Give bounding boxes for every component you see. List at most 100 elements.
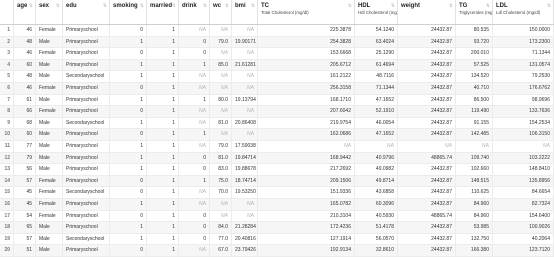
table-cell-drink: 1 <box>179 94 210 106</box>
table-cell-TC: 168.1710 <box>258 94 355 106</box>
table-cell-sex: Male <box>36 164 63 176</box>
sort-icon[interactable]: ⇅ <box>348 3 352 9</box>
table-cell-sex: Female <box>36 25 63 36</box>
table-cell-edu: Primaryschool <box>63 222 110 234</box>
table-cell-bmi: 19.88678 <box>232 164 258 176</box>
table-cell-edu: Primaryschool <box>63 210 110 222</box>
table-cell-edu: Secondaryschool <box>63 187 110 199</box>
sort-icon[interactable]: ⇅ <box>29 3 33 9</box>
column-header-drink[interactable]: drink ⇅ <box>179 0 210 24</box>
column-header-LDL[interactable]: LDL Ldl Cholesterol (mg/dl) ⇅ <box>493 0 554 24</box>
sort-icon[interactable]: ⇅ <box>56 3 60 9</box>
table-cell-edu: Primaryschool <box>63 164 110 176</box>
table-cell-bmi: NA <box>232 199 258 210</box>
column-header-TG[interactable]: TGTriglycerides (mg/dl)⇅ <box>456 0 493 24</box>
table-cell-wc: NA <box>210 48 232 60</box>
column-header-name: TC <box>261 3 269 9</box>
table-cell-weight: 24432.87 <box>398 175 456 187</box>
table-cell-age: 61 <box>14 94 36 106</box>
column-header-wc[interactable]: wc ⇅ <box>210 0 232 24</box>
sort-icon[interactable]: ⇅ <box>172 3 176 9</box>
table-cell-bmi: 20.40816 <box>232 233 258 245</box>
sort-icon[interactable]: ⇅ <box>225 3 229 9</box>
column-header-label: Hdl Cholesterol (mg/dl) <box>358 10 397 15</box>
table-cell-married: 1 <box>147 94 179 106</box>
row-number: 6 <box>0 83 14 94</box>
table-cell-age: 45 <box>14 199 36 210</box>
row-number: 14 <box>0 175 14 187</box>
column-header-bmi[interactable]: bmi ⇅ <box>232 0 258 24</box>
row-number: 2 <box>0 36 14 48</box>
table-row: 16 45 Female Primaryschool 1 1 NA NA NA 165.0782 6… <box>0 199 554 211</box>
table-row: 17 54 Female Primaryschool 0 1 0 NA NA 210.3104 40… <box>0 210 554 223</box>
column-header-edu[interactable]: edu ⇅ <box>63 0 110 24</box>
table-cell-married: 1 <box>147 59 179 71</box>
table-cell-edu: Secondaryschool <box>63 117 110 129</box>
column-header-age[interactable]: age ⇅ <box>14 0 36 24</box>
table-row: 6 46 Female Primaryschool 0 1 NA NA NA 256.3158 71… <box>0 83 554 95</box>
column-header-married[interactable]: married ⇅ <box>147 0 179 24</box>
table-cell-LDL: 131.0574 <box>493 59 554 71</box>
table-cell-HDL: 40.5930 <box>355 210 398 222</box>
row-number: 3 <box>0 48 14 60</box>
table-cell-smoking: 0 <box>110 83 147 94</box>
table-cell-bmi: 17.59038 <box>232 141 258 152</box>
table-cell-smoking: 0 <box>110 48 147 60</box>
row-number: 10 <box>0 129 14 141</box>
table-cell-smoking: 1 <box>110 164 147 176</box>
sort-icon[interactable]: ⇅ <box>140 3 144 9</box>
table-cell-LDL: 148.8410 <box>493 164 554 176</box>
table-row: 20 51 Male Primaryschool 0 1 NA 67.0 23.79426 192… <box>0 245 554 257</box>
column-header-name: HDL <box>358 3 371 9</box>
table-cell-married: 1 <box>147 152 179 164</box>
table-cell-married: 1 <box>147 164 179 176</box>
sort-icon[interactable]: ⇅ <box>547 3 551 9</box>
table-cell-smoking: 0 <box>110 210 147 222</box>
table-cell-TG: 109.740 <box>456 152 493 164</box>
table-cell-edu: Primaryschool <box>63 59 110 71</box>
column-header-rownum[interactable] <box>0 0 14 24</box>
table-cell-weight: 24432.87 <box>398 222 456 234</box>
table-cell-smoking: 1 <box>110 71 147 83</box>
sort-icon[interactable]: ⇅ <box>391 3 395 9</box>
table-cell-edu: Primaryschool <box>63 25 110 36</box>
table-cell-bmi: 23.79426 <box>232 245 258 257</box>
table-cell-bmi: NA <box>232 71 258 83</box>
table-cell-drink: NA <box>179 71 210 83</box>
sort-icon[interactable]: ⇅ <box>203 3 207 9</box>
table-cell-TC: 210.3104 <box>258 210 355 222</box>
table-cell-bmi: NA <box>232 48 258 60</box>
sort-icon[interactable]: ⇅ <box>486 3 490 9</box>
table-cell-LDL: 150.0000 <box>493 25 554 36</box>
table-cell-wc: 84.0 <box>210 222 232 234</box>
table-cell-TC: 162.0686 <box>258 129 355 141</box>
table-row: 19 57 Male Secondaryschool 1 1 0 77.0 20.40816 12… <box>0 233 554 246</box>
table-cell-HDL: NA <box>355 141 398 152</box>
table-cell-sex: Male <box>36 222 63 234</box>
table-cell-wc: NA <box>210 129 232 141</box>
table-cell-LDL: 40.2064 <box>493 233 554 245</box>
table-cell-TG: 80.535 <box>456 25 493 36</box>
table-cell-drink: 0 <box>179 36 210 48</box>
sort-icon[interactable]: ⇅ <box>103 3 107 9</box>
table-cell-bmi: 19.53250 <box>232 187 258 199</box>
sort-icon[interactable]: ⇅ <box>251 3 255 9</box>
table-cell-drink: NA <box>179 117 210 129</box>
table-cell-drink: 0 <box>179 164 210 176</box>
column-header-weight[interactable]: weight ⇅ <box>398 0 456 24</box>
column-header-smoking[interactable]: smoking ⇅ <box>110 0 147 24</box>
table-cell-HDL: 46.0054 <box>355 117 398 129</box>
table-cell-sex: Female <box>36 199 63 210</box>
column-header-HDL[interactable]: HDLHdl Cholesterol (mg/dl)⇅ <box>355 0 398 24</box>
table-cell-age: 60 <box>14 129 36 141</box>
table-cell-wc: NA <box>210 199 232 210</box>
table-cell-HDL: 56.0570 <box>355 233 398 245</box>
table-cell-TC: 168.9442 <box>258 152 355 164</box>
table-cell-smoking: 1 <box>110 117 147 129</box>
row-number: 16 <box>0 199 14 210</box>
column-header-sex[interactable]: sex ⇅ <box>36 0 63 24</box>
table-cell-LDL: 133.7636 <box>493 106 554 118</box>
table-cell-smoking: 1 <box>110 36 147 48</box>
sort-icon[interactable]: ⇅ <box>449 3 453 9</box>
column-header-TC[interactable]: TC Total Cholesterol (mg/dl) ⇅ <box>258 0 355 24</box>
